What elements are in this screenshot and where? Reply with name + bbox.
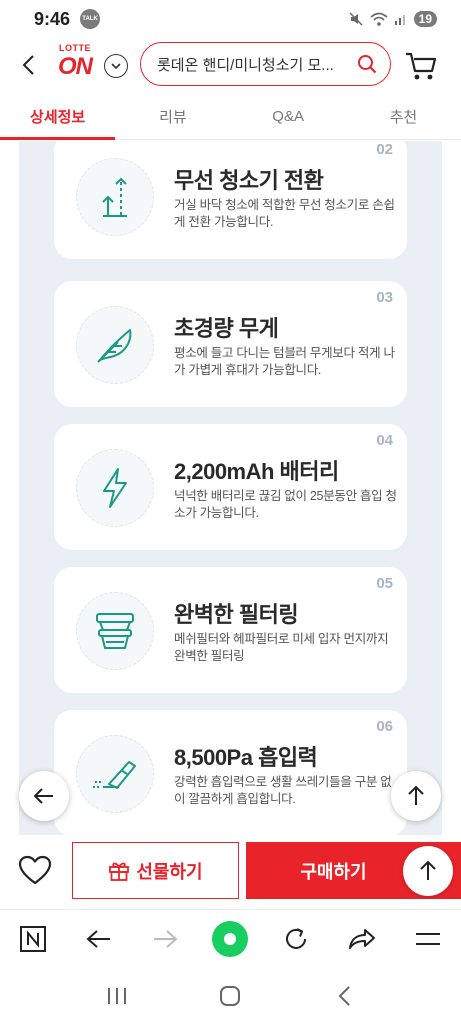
tab-reviews[interactable]: 리뷰 bbox=[115, 94, 230, 139]
lightning-icon bbox=[103, 468, 127, 508]
naver-n-icon bbox=[19, 925, 46, 952]
feature-card: 02 무선 청소기 전환 거실 바닥 청소에 적합한 무선 청소기로 손쉽게 전… bbox=[54, 141, 407, 259]
browser-toolbar bbox=[0, 909, 461, 967]
arrow-up-icon bbox=[420, 860, 436, 880]
browser-back-button[interactable] bbox=[79, 919, 119, 959]
feature-card: 04 2,200mAh 배터리 넉넉한 배터리로 끊김 없이 25분동안 흡입 … bbox=[54, 424, 407, 550]
feature-icon-circle bbox=[76, 592, 154, 670]
gift-icon bbox=[109, 862, 130, 881]
feature-description: 평소에 들고 다니는 텀블러 무게보다 적게 나가 가볍게 휴대가 가능합니다. bbox=[174, 346, 395, 377]
refresh-icon bbox=[286, 927, 307, 949]
purchase-label: 구매하기 bbox=[300, 861, 367, 882]
home-button[interactable] bbox=[210, 976, 250, 1016]
battery-indicator: 19 bbox=[413, 11, 437, 27]
status-icons: 19 bbox=[348, 11, 437, 27]
heart-icon bbox=[18, 855, 52, 885]
scroll-top-button[interactable] bbox=[391, 771, 441, 821]
feature-title: 8,500Pa 흡입력 bbox=[174, 745, 318, 770]
feature-number: 04 bbox=[376, 432, 393, 449]
feature-title: 2,200mAh 배터리 bbox=[174, 459, 339, 484]
recent-apps-button[interactable] bbox=[97, 976, 137, 1016]
cart-icon[interactable] bbox=[404, 50, 438, 82]
filter-icon bbox=[96, 613, 134, 649]
talk-notification-icon: TALK bbox=[80, 9, 101, 29]
feature-icon-circle bbox=[76, 306, 154, 384]
feature-icon-circle bbox=[76, 158, 154, 236]
feature-number: 02 bbox=[376, 141, 393, 158]
feature-number: 05 bbox=[376, 575, 393, 592]
green-dot-icon bbox=[212, 920, 249, 957]
tab-qna[interactable]: Q&A bbox=[231, 94, 346, 139]
back-button[interactable] bbox=[14, 50, 42, 80]
feature-title: 초경량 무게 bbox=[174, 316, 279, 341]
feature-description: 메쉬필터와 헤파필터로 미세 입자 먼지까지 완벽한 필터링 bbox=[174, 632, 389, 663]
feature-description: 넉넉한 배터리로 끊김 없이 25분동안 흡입 청소가 가능합니다. bbox=[174, 489, 397, 520]
lotte-on-logo[interactable]: LOTTE ON bbox=[52, 43, 98, 87]
feature-description: 강력한 흡입력으로 생활 쓰레기들을 구분 없이 깔끔하게 흡입합니다. bbox=[174, 775, 392, 806]
vacuum-icon bbox=[93, 761, 136, 789]
feature-title: 완벽한 필터링 bbox=[174, 602, 299, 627]
feature-number: 03 bbox=[376, 289, 393, 306]
chevron-down-icon bbox=[111, 62, 121, 69]
arrow-left-icon bbox=[33, 788, 53, 804]
feature-number: 06 bbox=[376, 718, 393, 735]
purchase-bar: 선물하기 구매하기 bbox=[0, 835, 461, 909]
feature-card: 03 초경량 무게 평소에 들고 다니는 텀블러 무게보다 적게 나가 가볍게 … bbox=[54, 281, 407, 407]
chevron-left-icon bbox=[22, 55, 34, 75]
feature-icon-circle bbox=[76, 735, 154, 813]
hamburger-menu-icon bbox=[415, 932, 440, 945]
mall-dropdown-button[interactable] bbox=[104, 54, 128, 78]
logo-main-text: ON bbox=[58, 53, 93, 80]
detail-tabs: 상세정보 리뷰 Q&A 추천 bbox=[0, 94, 461, 140]
naver-home-button[interactable] bbox=[13, 919, 53, 959]
browser-menu-button[interactable] bbox=[408, 919, 448, 959]
feature-card: 06 8,500Pa 흡입력 강력한 흡입력으로 생활 쓰레기들을 구분 없이 … bbox=[54, 710, 407, 835]
wifi-icon bbox=[370, 12, 388, 26]
status-bar: 9:46 TALK 19 bbox=[0, 0, 461, 38]
scroll-top-button-secondary[interactable] bbox=[403, 846, 453, 896]
product-detail-content: 02 무선 청소기 전환 거실 바닥 청소에 적합한 무선 청소기로 손쉽게 전… bbox=[19, 141, 442, 835]
feature-card: 05 완벽한 필터링 메쉬필터와 헤파필터로 미세 입자 먼지까지 완벽한 필터… bbox=[54, 567, 407, 693]
home-icon bbox=[220, 985, 241, 1006]
search-input[interactable]: 롯데온 핸디/미니청소기 모... bbox=[140, 42, 391, 86]
recent-apps-icon bbox=[107, 987, 126, 1004]
gift-label: 선물하기 bbox=[136, 861, 203, 882]
signal-icon bbox=[394, 15, 405, 25]
search-icon[interactable] bbox=[356, 53, 378, 75]
gift-button[interactable]: 선물하기 bbox=[72, 842, 239, 899]
browser-share-button[interactable] bbox=[342, 919, 382, 959]
feather-icon bbox=[97, 329, 132, 363]
screen: 9:46 TALK 19 LOTTE ON 롯데온 핸디/미니청소기 모... bbox=[0, 0, 461, 1024]
header: LOTTE ON 롯데온 핸디/미니청소기 모... bbox=[0, 38, 461, 94]
arrow-left-icon bbox=[86, 929, 110, 948]
feature-description: 거실 바닥 청소에 적합한 무선 청소기로 손쉽게 전환 가능합니다. bbox=[174, 198, 395, 229]
clock: 9:46 bbox=[34, 8, 71, 29]
mute-icon bbox=[349, 12, 363, 26]
feature-title: 무선 청소기 전환 bbox=[174, 168, 324, 193]
wishlist-button[interactable] bbox=[16, 851, 54, 889]
search-value: 롯데온 핸디/미니청소기 모... bbox=[157, 56, 334, 74]
system-back-button[interactable] bbox=[324, 976, 364, 1016]
system-navigation-bar bbox=[0, 967, 461, 1024]
share-icon bbox=[349, 928, 376, 949]
status-time-group: 9:46 TALK bbox=[34, 8, 101, 30]
browser-forward-button[interactable] bbox=[145, 919, 185, 959]
arrow-right-icon bbox=[153, 929, 178, 948]
browser-green-dot-button[interactable] bbox=[210, 919, 250, 959]
float-back-button[interactable] bbox=[19, 771, 69, 821]
tab-recommend[interactable]: 추천 bbox=[346, 94, 461, 139]
arrow-up-icon bbox=[408, 785, 424, 805]
convert-arrows-icon bbox=[102, 177, 127, 217]
chevron-left-icon bbox=[338, 985, 350, 1006]
feature-icon-circle bbox=[76, 449, 154, 527]
browser-refresh-button[interactable] bbox=[276, 919, 316, 959]
tab-details[interactable]: 상세정보 bbox=[0, 94, 116, 140]
